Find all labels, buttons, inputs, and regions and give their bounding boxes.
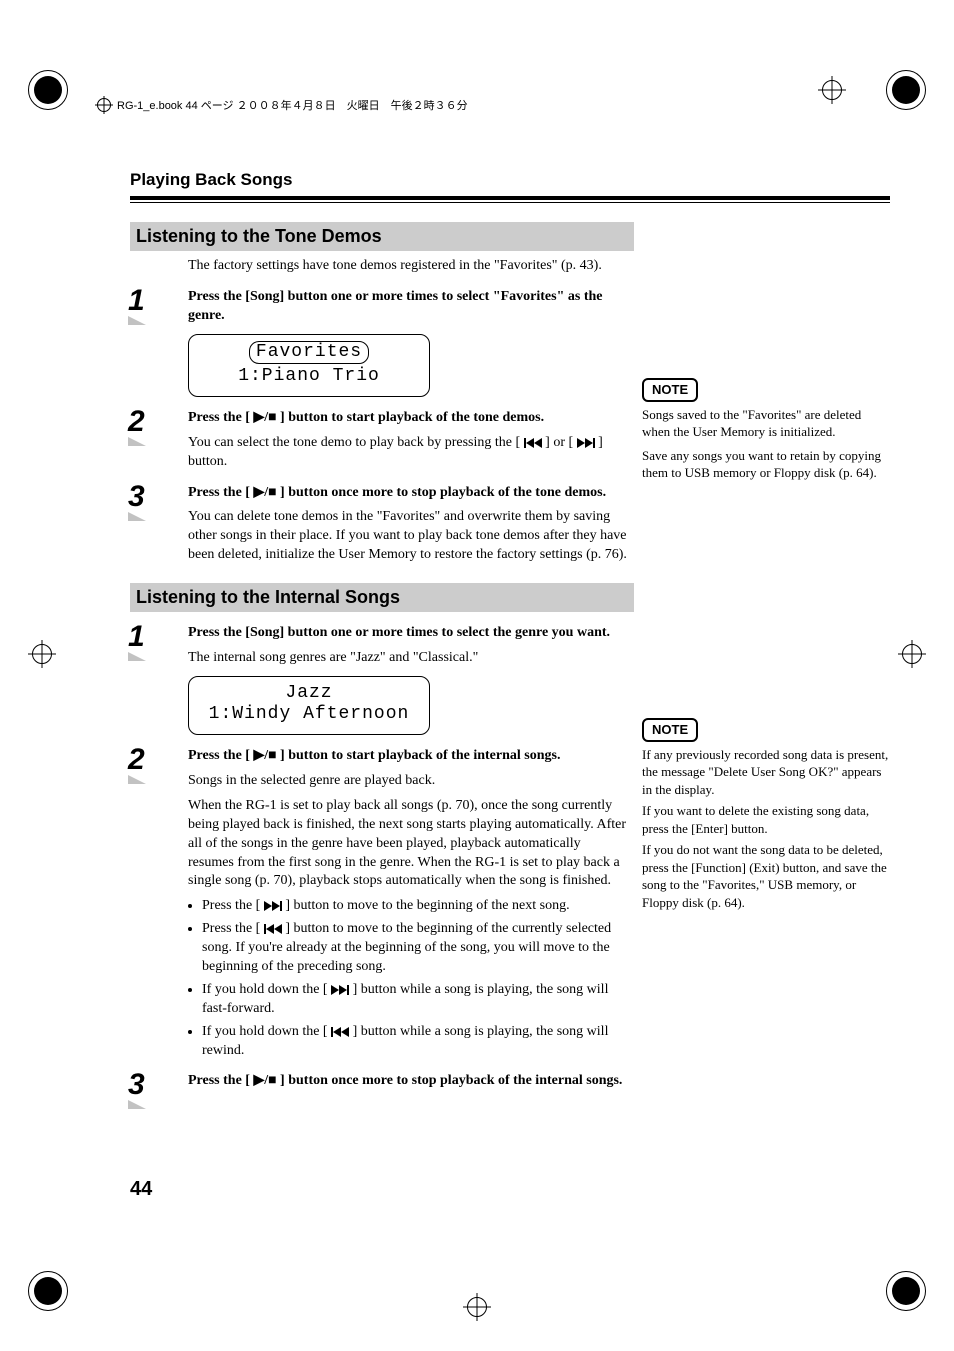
step-number-2b: 2: [128, 743, 145, 777]
section1-intro: The factory settings have tone demos reg…: [188, 257, 628, 276]
step-number-3: 3: [128, 480, 145, 514]
chapter-rule: [130, 196, 890, 204]
bullet-rewind: If you hold down the [ ] button while a …: [202, 1023, 628, 1061]
lcd-top-jazz: Jazz: [285, 683, 332, 703]
next-icon: [264, 897, 282, 916]
section-heading-tone-demos: Listening to the Tone Demos: [130, 222, 634, 251]
page-number: 44: [130, 1178, 152, 1201]
lcd-bottom-jazz: 1:Windy Afternoon: [209, 704, 410, 724]
note-block-2: NOTE If any previously recorded song dat…: [642, 718, 892, 911]
crop-mark-top-left: [28, 70, 68, 110]
step-number-1: 1: [128, 284, 145, 318]
bullet-fast-forward: If you hold down the [ ] button while a …: [202, 981, 628, 1019]
step-number-2: 2: [128, 405, 145, 439]
note-block-1: NOTE Songs saved to the "Favorites" are …: [642, 378, 892, 482]
step-number-1b: 1: [128, 620, 145, 654]
section2-step1: Press the [Song] button one or more time…: [188, 624, 628, 643]
lcd-display-jazz: Jazz 1:Windy Afternoon: [188, 676, 430, 735]
lcd-top: Favorites: [249, 341, 369, 365]
bullet-prev-song: Press the [ ] button to move to the begi…: [202, 920, 628, 977]
note1-p1: Songs saved to the "Favorites" are delet…: [642, 406, 892, 441]
section2-step3: Press the [ ▶/■ ] button once more to st…: [188, 1072, 628, 1091]
crop-mark-mid-left: [28, 640, 56, 668]
step-number-3b: 3: [128, 1068, 145, 1102]
note2-p2: If you want to delete the existing song …: [642, 802, 892, 837]
section2-step2-p1: Songs in the selected genre are played b…: [188, 772, 628, 791]
section1-step2: Press the [ ▶/■ ] button to start playba…: [188, 409, 628, 428]
crop-mark-bottom-center: [463, 1293, 491, 1321]
section2-step2: Press the [ ▶/■ ] button to start playba…: [188, 747, 628, 766]
section2-bullets: Press the [ ] button to move to the begi…: [202, 897, 628, 1060]
print-header-text: RG-1_e.book 44 ページ ２００８年４月８日 火曜日 午後２時３６分: [117, 97, 468, 113]
crop-mark-bottom-right: [886, 1271, 926, 1311]
prev-icon: [524, 434, 542, 453]
section1-step3: Press the [ ▶/■ ] button once more to st…: [188, 484, 628, 503]
note2-p1: If any previously recorded song data is …: [642, 746, 892, 799]
next-icon: [577, 434, 595, 453]
note-label: NOTE: [642, 378, 698, 402]
section1-step1: Press the [Song] button one or more time…: [188, 288, 628, 326]
section1-step3-body: You can delete tone demos in the "Favori…: [188, 508, 628, 565]
note-label: NOTE: [642, 718, 698, 742]
section1-step2-body: You can select the tone demo to play bac…: [188, 434, 628, 472]
prev-icon: [264, 920, 282, 939]
section2-step1-body: The internal song genres are "Jazz" and …: [188, 649, 628, 668]
lcd-display-favorites: Favorites 1:Piano Trio: [188, 334, 430, 397]
section2-step2-p2: When the RG-1 is set to play back all so…: [188, 797, 628, 891]
bullet-next-song: Press the [ ] button to move to the begi…: [202, 897, 628, 916]
crop-mark-bottom-left: [28, 1271, 68, 1311]
prev-icon: [331, 1023, 349, 1042]
note1-p2: Save any songs you want to retain by cop…: [642, 447, 892, 482]
section-heading-internal-songs: Listening to the Internal Songs: [130, 583, 634, 612]
chapter-title: Playing Back Songs: [130, 170, 890, 190]
lcd-bottom: 1:Piano Trio: [238, 366, 380, 386]
crop-mark-mid-right: [898, 640, 926, 668]
crop-mark-top-right: [818, 70, 926, 110]
print-header: RG-1_e.book 44 ページ ２００８年４月８日 火曜日 午後２時３６分: [95, 96, 468, 114]
note2-p3: If you do not want the song data to be d…: [642, 841, 892, 911]
next-icon: [331, 981, 349, 1000]
